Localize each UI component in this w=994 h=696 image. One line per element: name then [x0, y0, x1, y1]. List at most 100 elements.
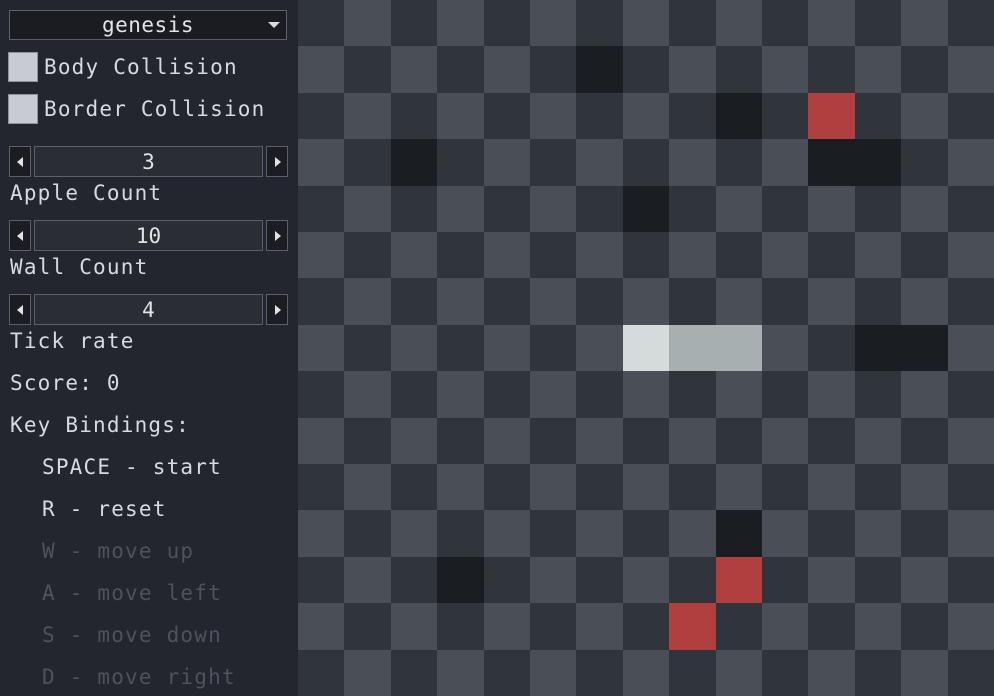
board-cell [855, 603, 901, 650]
wall-cell [716, 93, 762, 139]
board-cell [530, 464, 576, 510]
board-cell [669, 139, 716, 186]
board-cell [437, 325, 484, 371]
board-cell [762, 0, 808, 46]
board-cell [298, 418, 344, 464]
board-cell [948, 278, 994, 325]
chevron-down-icon [268, 22, 280, 28]
board-cell [669, 278, 716, 325]
wall-count-value[interactable]: 10 [34, 220, 263, 251]
board-cell [484, 603, 530, 650]
board-cell [669, 557, 716, 603]
wall-count-increment-button[interactable] [266, 220, 288, 251]
board-cell [901, 371, 948, 418]
board-cell [716, 46, 762, 93]
board-cell [669, 510, 716, 557]
board-cell [716, 603, 762, 650]
board-cell [855, 278, 901, 325]
board-cell [855, 510, 901, 557]
apple-count-increment-button[interactable] [266, 146, 288, 177]
board-cell [762, 650, 808, 696]
board-cell [762, 93, 808, 139]
apple-count-label: Apple Count [10, 181, 163, 205]
board-cell [901, 139, 948, 186]
board-cell [669, 418, 716, 464]
board-cell [484, 418, 530, 464]
board-cell [762, 371, 808, 418]
board-cell [437, 418, 484, 464]
board-cell [901, 232, 948, 278]
key-binding-move-down: S - move down [42, 623, 222, 647]
tick-rate-value[interactable]: 4 [34, 294, 263, 325]
board-cell [391, 278, 437, 325]
board-cell [901, 510, 948, 557]
board-cell [808, 603, 855, 650]
board-cell [344, 557, 391, 603]
board-cell [391, 325, 437, 371]
board-cell [484, 557, 530, 603]
apple-count-value[interactable]: 3 [34, 146, 263, 177]
body-collision-toggle[interactable]: Body Collision [8, 51, 238, 83]
board-cell [391, 46, 437, 93]
wall-count-decrement-button[interactable] [9, 220, 31, 251]
board-cell [762, 418, 808, 464]
board-cell [484, 510, 530, 557]
board-cell [669, 186, 716, 232]
board-cell [901, 418, 948, 464]
board-cell [530, 46, 576, 93]
board-cell [948, 650, 994, 696]
board-cell [437, 278, 484, 325]
board-cell [762, 139, 808, 186]
board-cell [391, 232, 437, 278]
board-cell [669, 371, 716, 418]
board-cell [901, 557, 948, 603]
board-cell [298, 510, 344, 557]
board-cell [623, 232, 669, 278]
board-cell [484, 464, 530, 510]
board-cell [484, 371, 530, 418]
board-cell [855, 464, 901, 510]
board-cell [901, 46, 948, 93]
mode-dropdown[interactable]: genesis [9, 10, 287, 40]
board-cell [298, 46, 344, 93]
board-cell [530, 603, 576, 650]
board-cell [948, 557, 994, 603]
board-cell [437, 0, 484, 46]
board-cell [716, 0, 762, 46]
board-cell [344, 46, 391, 93]
apple-count-decrement-button[interactable] [9, 146, 31, 177]
board-cell [344, 510, 391, 557]
board-cell [344, 278, 391, 325]
game-board[interactable] [298, 0, 994, 696]
board-cell [391, 93, 437, 139]
board-cell [576, 325, 623, 371]
tick-rate-increment-button[interactable] [266, 294, 288, 325]
board-cell [576, 557, 623, 603]
board-cell [298, 139, 344, 186]
board-cell [669, 650, 716, 696]
tick-rate-spinner[interactable]: 4 [9, 294, 288, 325]
tick-rate-decrement-button[interactable] [9, 294, 31, 325]
board-cell [391, 186, 437, 232]
wall-cell [808, 139, 855, 186]
border-collision-checkbox[interactable] [8, 94, 38, 124]
border-collision-toggle[interactable]: Border Collision [8, 93, 266, 125]
wall-cell [855, 139, 901, 186]
board-cell [530, 557, 576, 603]
board-cell [808, 232, 855, 278]
board-cell [948, 510, 994, 557]
board-cell [530, 278, 576, 325]
board-cell [948, 603, 994, 650]
apple-count-spinner[interactable]: 3 [9, 146, 288, 177]
body-collision-checkbox[interactable] [8, 52, 38, 82]
board-cell [298, 93, 344, 139]
board-cell [623, 418, 669, 464]
board-cell [484, 650, 530, 696]
board-cell [623, 464, 669, 510]
board-cell [344, 650, 391, 696]
wall-count-spinner[interactable]: 10 [9, 220, 288, 251]
board-cell [484, 278, 530, 325]
board-cell [901, 603, 948, 650]
board-cell [437, 186, 484, 232]
board-cell [298, 650, 344, 696]
